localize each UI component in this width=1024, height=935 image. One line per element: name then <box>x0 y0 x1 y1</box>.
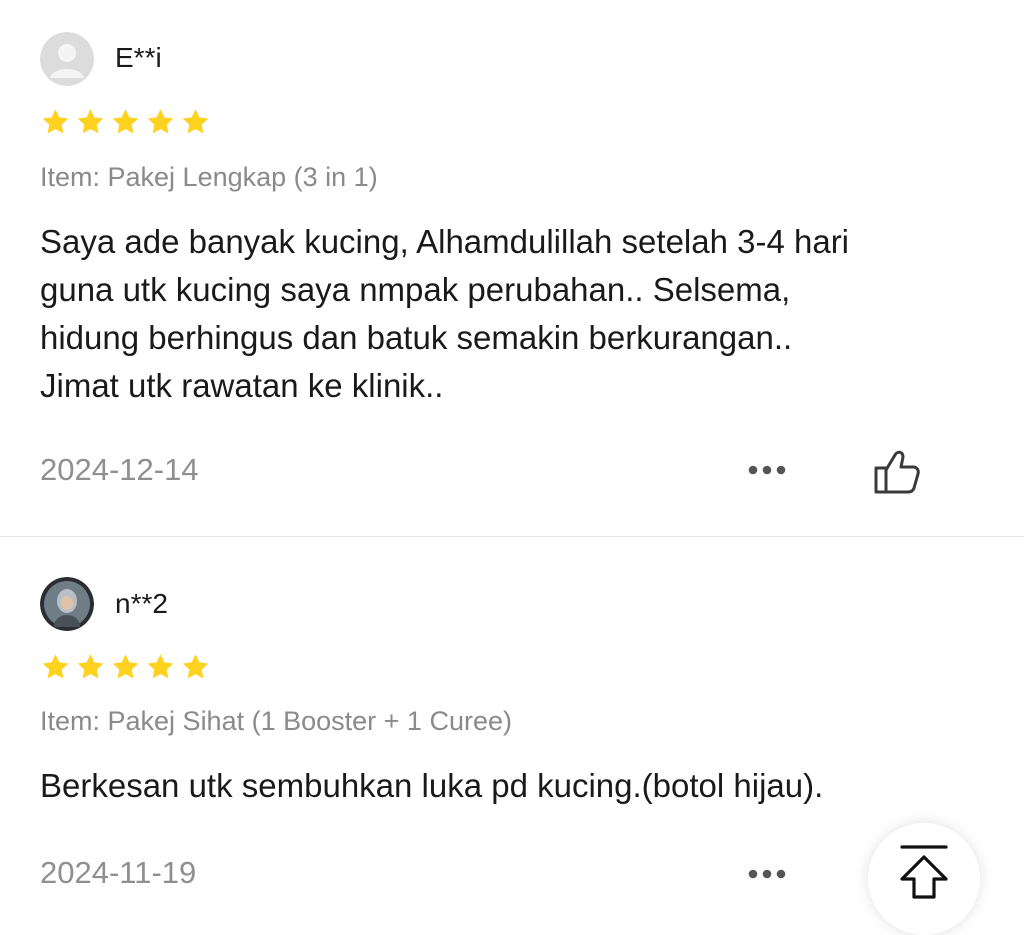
arrow-up-to-top-icon <box>900 845 948 899</box>
scroll-to-top-button[interactable] <box>868 823 980 935</box>
review-text: Saya ade banyak kucing, Alhamdulillah se… <box>40 218 1000 410</box>
default-avatar-icon[interactable] <box>40 32 94 86</box>
star-icon <box>75 107 106 137</box>
star-icon <box>110 107 141 137</box>
purchased-item-variant: Item: Pakej Lengkap (3 in 1) <box>40 162 378 192</box>
star-icon <box>145 107 176 137</box>
more-dots-icon[interactable] <box>745 864 789 884</box>
thumbs-up-icon[interactable] <box>872 446 924 496</box>
star-icon <box>40 107 71 137</box>
user-photo-avatar[interactable] <box>40 577 94 631</box>
review-text-line: hidung berhingus dan batuk semakin berku… <box>40 319 793 356</box>
review-text-line: Berkesan utk sembuhkan luka pd kucing.(b… <box>40 767 824 804</box>
review-text-line: Saya ade banyak kucing, Alhamdulillah se… <box>40 223 850 260</box>
review-text-line: guna utk kucing saya nmpak perubahan.. S… <box>40 271 791 308</box>
star-icon <box>75 652 106 682</box>
star-icon <box>145 652 176 682</box>
reviewer-name[interactable]: E**i <box>115 42 162 74</box>
review-date: 2024-12-14 <box>40 452 199 487</box>
reviewer-name[interactable]: n**2 <box>115 588 168 620</box>
star-icon <box>180 652 211 682</box>
star-icon <box>110 652 141 682</box>
star-icon <box>40 652 71 682</box>
star-rating <box>40 652 211 682</box>
review-text: Berkesan utk sembuhkan luka pd kucing.(b… <box>40 762 1000 810</box>
purchased-item-variant: Item: Pakej Sihat (1 Booster + 1 Curee) <box>40 706 512 736</box>
review-date: 2024-11-19 <box>40 855 197 890</box>
star-rating <box>40 107 211 137</box>
review-text-line: Jimat utk rawatan ke klinik.. <box>40 367 444 404</box>
more-dots-icon[interactable] <box>745 460 789 480</box>
star-icon <box>180 107 211 137</box>
review-card: E**i Item: Pakej Lengkap (3 in 1) Saya a… <box>0 0 1024 536</box>
